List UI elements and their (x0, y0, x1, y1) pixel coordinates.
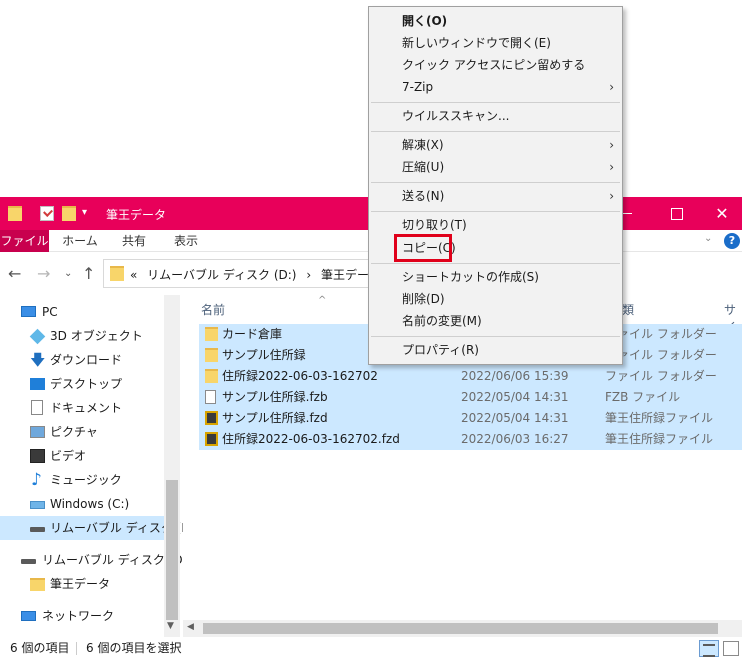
tab-share[interactable]: 共有 (112, 230, 156, 252)
nav-item-downloads[interactable]: 🡇 ダウンロード (0, 348, 164, 372)
nav-item-removable-d[interactable]: リムーバブル ディスク (D:) (0, 516, 199, 540)
menu-item-7zip[interactable]: 7-Zip › (369, 76, 622, 98)
fudeoh-file-icon (205, 411, 218, 425)
context-menu: 開く(O) 新しいウィンドウで開く(E) クイック アクセスにピン留めする 7-… (368, 6, 623, 365)
maximize-button[interactable] (652, 197, 698, 230)
tab-home[interactable]: ホーム (56, 230, 104, 252)
new-folder-icon[interactable] (62, 206, 76, 221)
table-row[interactable]: サンプル住所録.fzb 2022/05/04 14:31 FZB ファイル (199, 387, 742, 408)
menu-item-send-to[interactable]: 送る(N) › (369, 185, 622, 207)
menu-item-create-shortcut[interactable]: ショートカットの作成(S) (369, 266, 622, 288)
folder-icon (110, 266, 124, 281)
nav-item-3d-objects[interactable]: 3D オブジェクト (0, 324, 164, 348)
navigation-pane: PC 3D オブジェクト 🡇 ダウンロード デスクトップ ドキュメント ピクチャ… (0, 295, 199, 637)
menu-item-open-new-window[interactable]: 新しいウィンドウで開く(E) (369, 32, 622, 54)
3d-objects-icon (29, 328, 46, 345)
menu-item-rename[interactable]: 名前の変更(M) (369, 310, 622, 332)
video-icon (30, 449, 45, 463)
menu-item-delete[interactable]: 削除(D) (369, 288, 622, 310)
pictures-icon (30, 426, 45, 438)
table-row[interactable]: 住所録2022-06-03-162702.fzd 2022/06/03 16:2… (199, 429, 742, 450)
nav-item-pc[interactable]: PC (0, 300, 164, 324)
nav-item-music[interactable]: ♪ ミュージック (0, 468, 164, 492)
windows-drive-icon (30, 501, 45, 509)
tab-file[interactable]: ファイル (0, 230, 49, 252)
nav-item-desktop[interactable]: デスクトップ (0, 372, 164, 396)
breadcrumb-drive[interactable]: リムーバブル ディスク (D:) (147, 268, 296, 282)
status-bar: 6 個の項目 6 個の項目を選択 (0, 637, 742, 660)
window-title: 筆王データ (106, 208, 167, 222)
breadcrumb: « リムーバブル ディスク (D:) › 筆王データ › (130, 266, 402, 283)
forward-button[interactable]: → (37, 264, 50, 283)
ribbon-expand-icon[interactable]: ⌄ (704, 233, 712, 244)
file-icon (205, 390, 216, 404)
menu-separator (371, 336, 620, 337)
nav-item-documents[interactable]: ドキュメント (0, 396, 164, 420)
horizontal-scrollbar[interactable]: ◀ (183, 620, 742, 637)
menu-item-extract[interactable]: 解凍(X) › (369, 134, 622, 156)
tab-view[interactable]: 表示 (164, 230, 208, 252)
divider (76, 642, 77, 655)
folder-icon (205, 327, 218, 341)
selected-count: 6 個の項目を選択 (86, 641, 182, 655)
menu-item-open[interactable]: 開く(O) (369, 10, 622, 32)
help-icon[interactable]: ? (724, 233, 740, 249)
menu-item-compress[interactable]: 圧縮(U) › (369, 156, 622, 178)
pc-icon (21, 306, 36, 317)
up-button[interactable]: ↑ (82, 264, 95, 283)
column-header-name[interactable]: 名前 (201, 301, 225, 318)
table-row[interactable]: サンプル住所録.fzd 2022/05/04 14:31 筆王住所録ファイル (199, 408, 742, 429)
nav-item-network[interactable]: ネットワーク (0, 604, 164, 628)
submenu-arrow-icon: › (609, 189, 614, 203)
sort-ascending-icon: ^ (318, 295, 327, 306)
details-view-icon[interactable] (699, 640, 719, 657)
nav-item-videos[interactable]: ビデオ (0, 444, 164, 468)
removable-drive-icon (30, 527, 45, 532)
network-icon (21, 611, 36, 621)
folder-icon (30, 578, 45, 591)
folder-icon (8, 206, 22, 221)
breadcrumb-overflow[interactable]: « (130, 268, 137, 282)
copy-highlight-box (394, 234, 452, 262)
menu-separator (371, 102, 620, 103)
breadcrumb-separator[interactable]: › (306, 268, 311, 282)
nav-pane-scrollbar[interactable]: ▼ (164, 295, 180, 637)
download-icon: 🡇 (30, 351, 46, 369)
back-button[interactable]: ← (8, 264, 21, 283)
recent-locations-button[interactable]: ⌄ (64, 268, 72, 279)
menu-separator (371, 211, 620, 212)
menu-separator (371, 263, 620, 264)
folder-icon (205, 369, 218, 383)
music-icon: ♪ (31, 470, 42, 490)
table-row[interactable]: 住所録2022-06-03-162702 2022/06/06 15:39 ファ… (199, 366, 742, 387)
menu-separator (371, 131, 620, 132)
large-icons-view-icon[interactable] (723, 641, 739, 656)
submenu-arrow-icon: › (609, 80, 614, 94)
removable-drive-icon (21, 559, 36, 564)
properties-check-icon[interactable] (40, 206, 54, 221)
scroll-down-arrow-icon[interactable]: ▼ (167, 621, 174, 631)
fudeoh-file-icon (205, 432, 218, 446)
scrollbar-thumb[interactable] (203, 623, 718, 634)
close-button[interactable]: ✕ (699, 197, 742, 230)
nav-item-windows-c[interactable]: Windows (C:) (0, 492, 164, 516)
menu-item-pin-quick-access[interactable]: クイック アクセスにピン留めする (369, 54, 622, 76)
desktop-icon (30, 378, 45, 390)
submenu-arrow-icon: › (609, 138, 614, 152)
menu-item-properties[interactable]: プロパティ(R) (369, 339, 622, 361)
item-count: 6 個の項目 (10, 641, 70, 655)
nav-item-fudeoh-data[interactable]: 筆王データ (0, 572, 164, 596)
folder-icon (205, 348, 218, 362)
document-icon (31, 400, 43, 415)
scrollbar-thumb[interactable] (166, 480, 178, 620)
submenu-arrow-icon: › (609, 160, 614, 174)
menu-item-cut[interactable]: 切り取り(T) (369, 214, 622, 236)
menu-item-virus-scan[interactable]: ウイルススキャン... (369, 105, 622, 127)
menu-separator (371, 182, 620, 183)
nav-item-pictures[interactable]: ピクチャ (0, 420, 164, 444)
nav-item-removable-d-root[interactable]: リムーバブル ディスク (D:) (0, 548, 191, 572)
quick-access-dropdown-icon[interactable]: ▾ (82, 207, 87, 218)
scroll-left-arrow-icon[interactable]: ◀ (187, 622, 194, 632)
